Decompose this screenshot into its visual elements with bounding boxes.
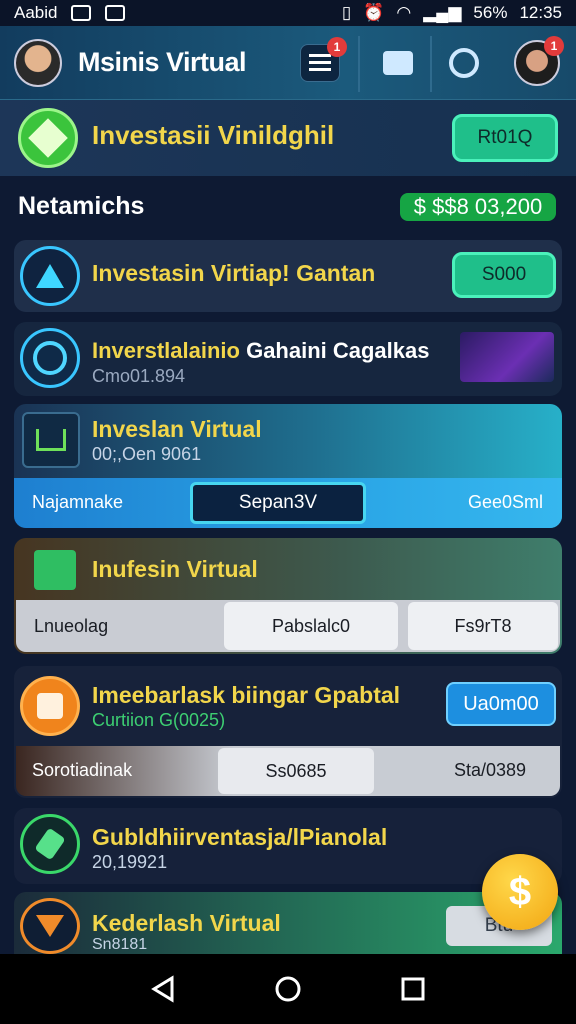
user-avatar[interactable] xyxy=(14,38,62,87)
signal-icon: ▂▄▆ xyxy=(423,3,462,22)
triangle-icon xyxy=(20,246,80,306)
status-bar: Aabid ▯ ⏰ ◠ ▂▄▆ 56% 12:35 xyxy=(0,0,576,26)
banner: Investasii Vinildghil Rt01Q xyxy=(0,100,576,176)
cube-icon xyxy=(18,108,78,168)
check-icon xyxy=(20,676,80,736)
option-right[interactable]: Fs9rT8 xyxy=(408,602,558,650)
pin-icon xyxy=(20,814,80,874)
menu-badge: 1 xyxy=(327,37,347,57)
section-title: Netamichs xyxy=(18,192,145,220)
back-icon[interactable] xyxy=(148,974,178,1004)
option-left[interactable]: Lnueolag xyxy=(34,616,108,637)
item-title: Gubldhiirventasja/lPianolal xyxy=(92,824,388,850)
item-button[interactable]: S000 xyxy=(452,252,556,298)
item-title: Imeebarlask biingar Gpabtal xyxy=(92,682,401,708)
list-item[interactable]: Investasin Virtiap! Gantan S000 xyxy=(14,240,562,312)
recents-icon[interactable] xyxy=(398,974,428,1004)
option-left[interactable]: Sorotiadinak xyxy=(32,760,132,781)
item-subtitle: 20,19921 xyxy=(92,852,168,872)
sd-icon xyxy=(71,5,92,21)
globe-icon xyxy=(20,328,80,388)
chat-icon xyxy=(383,51,413,75)
header-divider xyxy=(358,36,360,92)
wifi-icon: ◠ xyxy=(396,3,412,22)
option-selected[interactable]: Pabslalc0 xyxy=(224,602,398,650)
cart-icon xyxy=(22,412,80,468)
item-button[interactable]: Ua0m00 xyxy=(446,682,556,726)
time-label: 12:35 xyxy=(519,3,562,22)
item-title: Kederlash Virtual xyxy=(92,910,281,936)
profile-avatar[interactable]: 1 xyxy=(514,36,564,86)
menu-icon xyxy=(309,54,331,72)
profile-badge: 1 xyxy=(544,36,564,56)
system-nav-bar xyxy=(0,954,576,1024)
banner-title: Investasii Vinildghil xyxy=(92,120,335,150)
balance-badge: $ $$8 03,200 xyxy=(400,193,556,221)
carrier-label: Aabid xyxy=(14,3,58,22)
banner-button[interactable]: Rt01Q xyxy=(452,114,558,162)
list-item[interactable]: Kederlash Virtual Sn8181 Btu xyxy=(14,892,562,954)
option-selected[interactable]: Sepan3V xyxy=(190,482,366,524)
list-item[interactable]: Gubldhiirventasja/lPianolal 20,19921 xyxy=(14,808,562,884)
basket-icon xyxy=(34,550,76,590)
option-row: Lnueolag Pabslalc0 Fs9rT8 xyxy=(16,600,560,652)
option-row: Sorotiadinak Ss0685 Sta/0389 xyxy=(16,746,560,796)
item-subtitle: Curtiion G(0025) xyxy=(92,710,226,730)
list-item[interactable]: Inveslan Virtual 00;,Oen 9061 Najamnake … xyxy=(14,404,562,528)
header-divider xyxy=(430,36,432,92)
item-title: Inverstlalainio Gahaini Cagalkas xyxy=(92,338,430,363)
list-item[interactable]: Imeebarlask biingar Gpabtal Curtiion G(0… xyxy=(14,666,562,798)
dollar-fab[interactable]: $ xyxy=(482,854,558,930)
item-subtitle: Sn8181 xyxy=(92,936,148,953)
app-header: Msinis Virtual 1 1 xyxy=(0,26,576,100)
support-button[interactable] xyxy=(444,44,484,82)
item-title: Investasin Virtiap! Gantan xyxy=(92,260,376,286)
item-subtitle: 00;,Oen 9061 xyxy=(92,444,202,464)
option-row: Najamnake Sepan3V Gee0Sml xyxy=(14,478,562,528)
shield-icon xyxy=(20,898,80,954)
item-title: Inufesin Virtual xyxy=(92,556,258,582)
battery-label: 56% xyxy=(473,3,508,22)
support-icon xyxy=(449,48,479,78)
list-item[interactable]: Inverstlalainio Gahaini Cagalkas Cmo01.8… xyxy=(14,322,562,396)
vibrate-icon: ▯ xyxy=(341,3,352,22)
app-title: Msinis Virtual xyxy=(78,47,247,77)
option-left[interactable]: Najamnake xyxy=(32,492,123,513)
item-subtitle: Cmo01.894 xyxy=(92,366,186,386)
chart-thumbnail xyxy=(460,332,554,382)
option-right[interactable]: Gee0Sml xyxy=(468,492,543,513)
camera-icon xyxy=(105,5,126,21)
option-right[interactable]: Sta/0389 xyxy=(454,760,526,781)
alarm-icon: ⏰ xyxy=(363,3,385,22)
item-title: Inveslan Virtual xyxy=(92,416,262,442)
list-item[interactable]: Inufesin Virtual Lnueolag Pabslalc0 Fs9r… xyxy=(14,538,562,654)
home-icon[interactable] xyxy=(273,974,303,1004)
menu-button[interactable]: 1 xyxy=(300,37,347,82)
chat-button[interactable] xyxy=(378,44,418,82)
option-selected[interactable]: Ss0685 xyxy=(218,748,374,794)
